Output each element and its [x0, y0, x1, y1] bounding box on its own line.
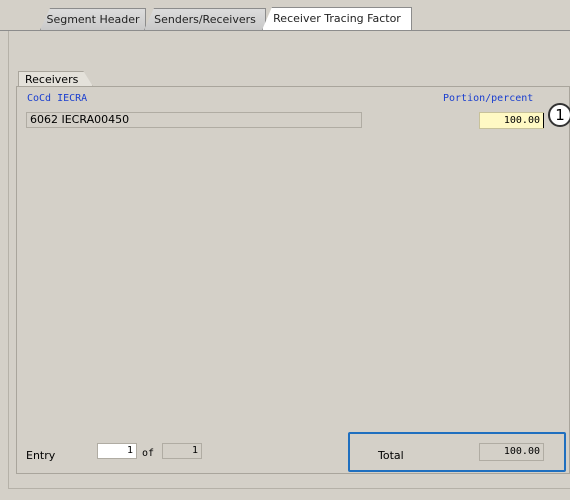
entry-total-field: 1	[162, 443, 202, 459]
column-header-cocd-iecra: CoCd IECRA	[27, 93, 88, 104]
text-cursor	[543, 113, 544, 128]
entry-of-label: of	[142, 448, 155, 459]
tab-senders-receivers[interactable]: Senders/Receivers	[144, 8, 266, 30]
tab-segment-header[interactable]: Segment Header	[40, 8, 146, 30]
receiver-cocd-iecra-field[interactable]: 6062 IECRA00450	[26, 112, 362, 128]
tab-receiver-tracing-factor[interactable]: Receiver Tracing Factor	[262, 7, 412, 30]
total-value-field: 100.00	[479, 443, 544, 461]
callout-marker: 1	[548, 103, 570, 127]
column-header-portion-percent: Portion/percent	[443, 93, 534, 104]
entry-label: Entry	[26, 449, 56, 462]
receivers-group	[16, 86, 570, 474]
entry-current-input[interactable]: 1	[97, 443, 137, 459]
total-label: Total	[378, 449, 404, 462]
portion-percent-input[interactable]: 100.00	[479, 112, 544, 129]
receivers-group-title: Receivers	[18, 71, 93, 87]
tab-strip: Segment Header Senders/Receivers Receive…	[0, 0, 570, 30]
